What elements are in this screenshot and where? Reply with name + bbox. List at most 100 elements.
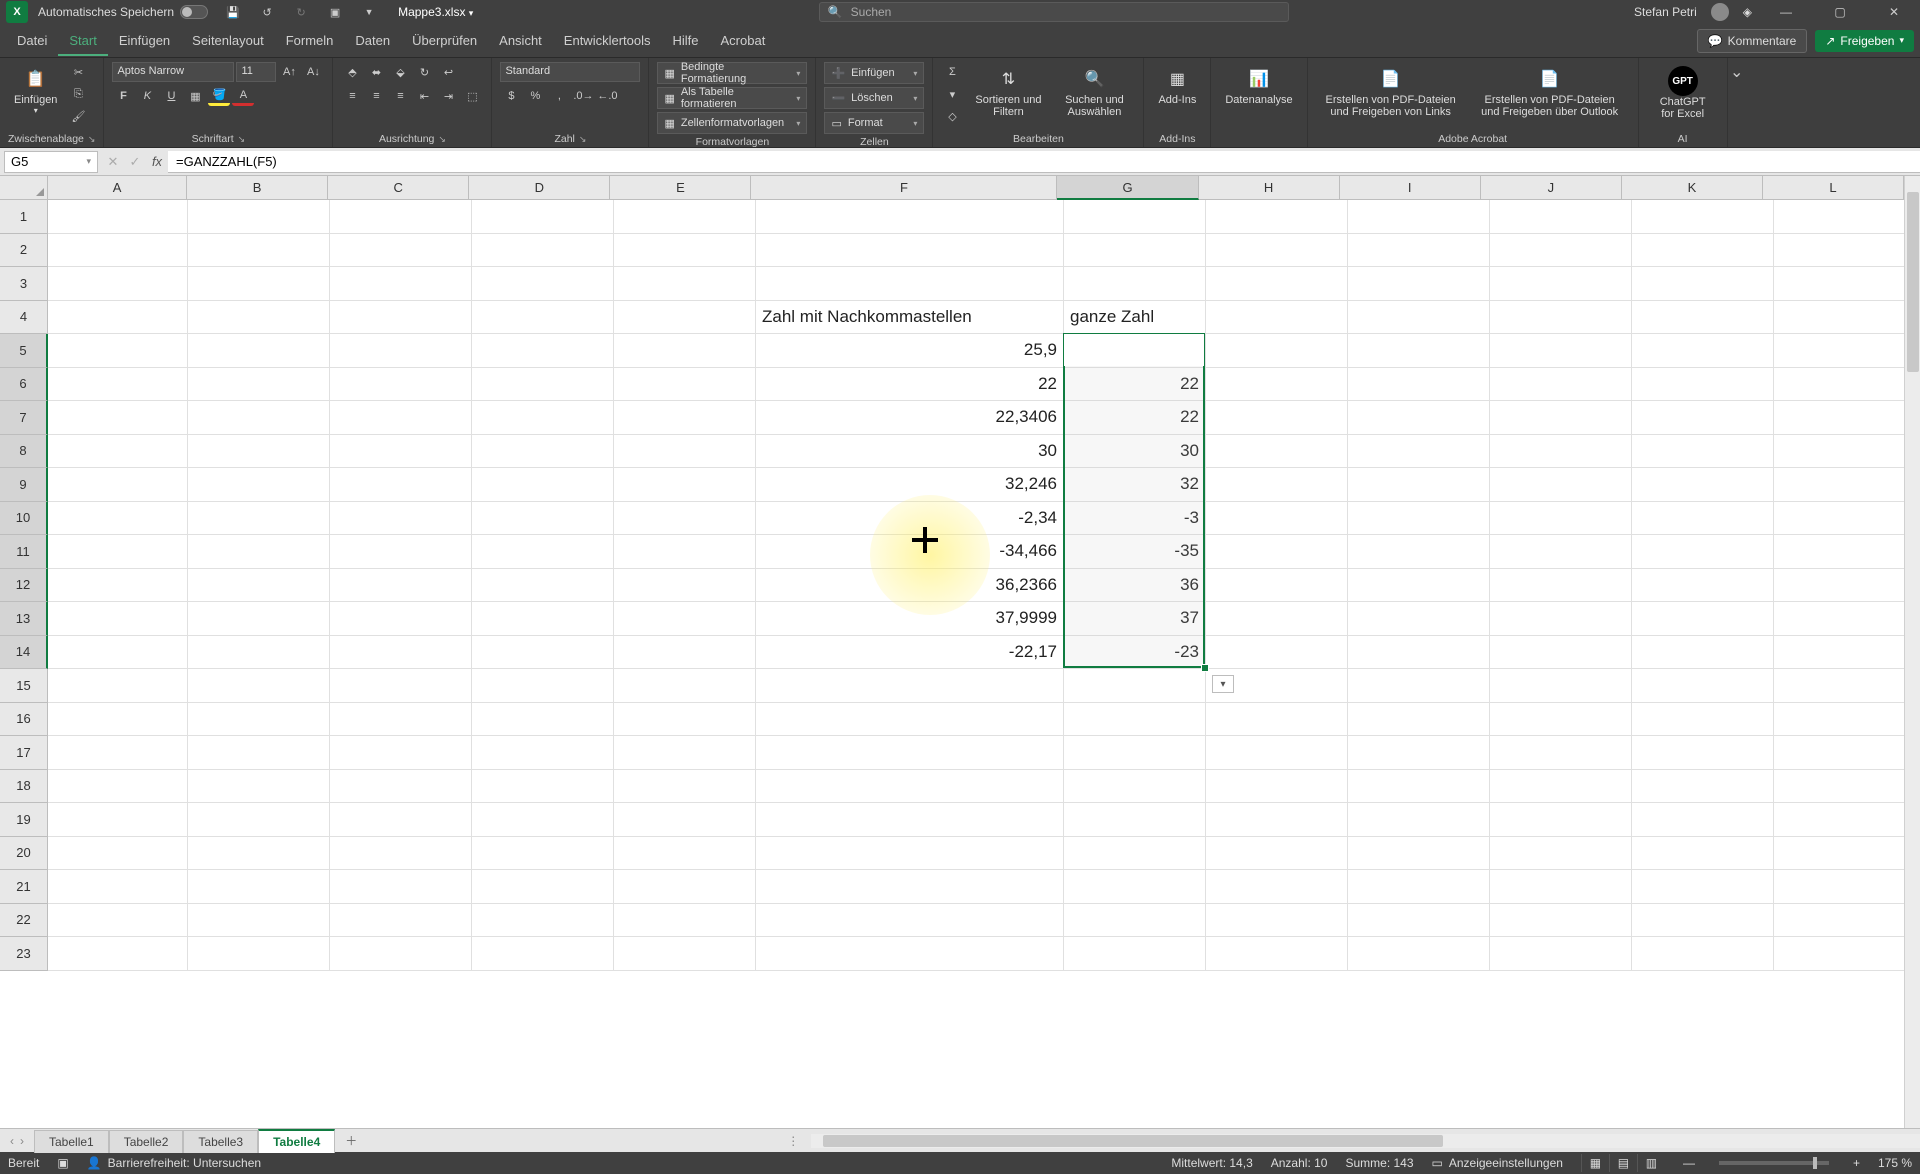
cell-E18[interactable]	[614, 770, 756, 804]
decrease-font-icon[interactable]: A↓	[302, 62, 324, 82]
cell-I14[interactable]	[1348, 636, 1490, 670]
cell-D15[interactable]	[472, 669, 614, 703]
align-left-icon[interactable]: ≡	[341, 86, 363, 106]
cell-H7[interactable]	[1206, 401, 1348, 435]
cell-J6[interactable]	[1490, 368, 1632, 402]
fill-color-icon[interactable]: 🪣	[208, 86, 230, 106]
page-layout-view-icon[interactable]: ▤	[1609, 1154, 1637, 1172]
cell-L20[interactable]	[1774, 837, 1916, 871]
cell-A20[interactable]	[48, 837, 188, 871]
cell-E21[interactable]	[614, 870, 756, 904]
cell-H1[interactable]	[1206, 200, 1348, 234]
cell-I22[interactable]	[1348, 904, 1490, 938]
cell-B17[interactable]	[188, 736, 330, 770]
cell-B7[interactable]	[188, 401, 330, 435]
cell-C2[interactable]	[330, 234, 472, 268]
cell-J16[interactable]	[1490, 703, 1632, 737]
cell-C16[interactable]	[330, 703, 472, 737]
column-header-H[interactable]: H	[1199, 176, 1340, 200]
cell-E2[interactable]	[614, 234, 756, 268]
fx-icon[interactable]: fx	[146, 154, 168, 169]
cell-D14[interactable]	[472, 636, 614, 670]
cell-K10[interactable]	[1632, 502, 1774, 536]
cell-E8[interactable]	[614, 435, 756, 469]
autosave-pill-icon[interactable]	[180, 5, 208, 19]
tab-hilfe[interactable]: Hilfe	[662, 25, 710, 56]
cell-C21[interactable]	[330, 870, 472, 904]
data-analysis-button[interactable]: 📊 Datenanalyse	[1219, 62, 1298, 110]
cell-B20[interactable]	[188, 837, 330, 871]
cell-I7[interactable]	[1348, 401, 1490, 435]
addins-button[interactable]: ▦ Add-Ins	[1152, 62, 1202, 110]
cell-C4[interactable]	[330, 301, 472, 335]
cell-L11[interactable]	[1774, 535, 1916, 569]
cell-C12[interactable]	[330, 569, 472, 603]
align-middle-icon[interactable]: ⬌	[365, 62, 387, 82]
cell-G3[interactable]	[1064, 267, 1206, 301]
cell-L23[interactable]	[1774, 937, 1916, 971]
cell-J3[interactable]	[1490, 267, 1632, 301]
cell-F18[interactable]	[756, 770, 1064, 804]
cell-E5[interactable]	[614, 334, 756, 368]
cell-J14[interactable]	[1490, 636, 1632, 670]
cell-A8[interactable]	[48, 435, 188, 469]
cell-I11[interactable]	[1348, 535, 1490, 569]
cell-H6[interactable]	[1206, 368, 1348, 402]
cell-D3[interactable]	[472, 267, 614, 301]
row-header-12[interactable]: 12	[0, 569, 48, 603]
cell-H2[interactable]	[1206, 234, 1348, 268]
sheet-nav-prev-icon[interactable]: ‹	[8, 1134, 16, 1148]
cell-C9[interactable]	[330, 468, 472, 502]
dialog-launcher-icon[interactable]: ↘	[579, 134, 587, 145]
tab-seitenlayout[interactable]: Seitenlayout	[181, 25, 275, 56]
font-family-combo[interactable]: Aptos Narrow	[112, 62, 234, 82]
cell-B13[interactable]	[188, 602, 330, 636]
cell-B6[interactable]	[188, 368, 330, 402]
cell-E19[interactable]	[614, 803, 756, 837]
horizontal-scrollbar[interactable]	[811, 1134, 1920, 1148]
cell-E16[interactable]	[614, 703, 756, 737]
cell-K6[interactable]	[1632, 368, 1774, 402]
cell-L5[interactable]	[1774, 334, 1916, 368]
format-as-table-button[interactable]: ▦Als Tabelle formatieren▾	[657, 87, 807, 109]
cell-K22[interactable]	[1632, 904, 1774, 938]
cell-B16[interactable]	[188, 703, 330, 737]
cell-E10[interactable]	[614, 502, 756, 536]
formula-input[interactable]: =GANZZAHL(F5)	[168, 151, 1920, 173]
diamond-icon[interactable]: ◈	[1743, 5, 1752, 19]
percent-icon[interactable]: %	[524, 86, 546, 106]
select-all-triangle[interactable]	[0, 176, 48, 200]
cell-B11[interactable]	[188, 535, 330, 569]
align-top-icon[interactable]: ⬘	[341, 62, 363, 82]
cell-H20[interactable]	[1206, 837, 1348, 871]
cell-C20[interactable]	[330, 837, 472, 871]
column-header-D[interactable]: D	[469, 176, 610, 200]
cell-E1[interactable]	[614, 200, 756, 234]
cell-L1[interactable]	[1774, 200, 1916, 234]
macro-record-icon[interactable]: ▣	[57, 1156, 68, 1170]
cell-G6[interactable]: 22	[1064, 368, 1206, 402]
cell-A14[interactable]	[48, 636, 188, 670]
cell-G17[interactable]	[1064, 736, 1206, 770]
cell-E4[interactable]	[614, 301, 756, 335]
tab-datei[interactable]: Datei	[6, 25, 58, 56]
cell-F7[interactable]: 22,3406	[756, 401, 1064, 435]
filename[interactable]: Mappe3.xlsx ▾	[398, 5, 473, 19]
cell-C15[interactable]	[330, 669, 472, 703]
cell-H17[interactable]	[1206, 736, 1348, 770]
align-center-icon[interactable]: ≡	[365, 86, 387, 106]
cell-K2[interactable]	[1632, 234, 1774, 268]
create-pdf-link-button[interactable]: 📄 Erstellen von PDF-Dateien und Freigebe…	[1316, 62, 1466, 122]
cell-F5[interactable]: 25,9	[756, 334, 1064, 368]
cell-G18[interactable]	[1064, 770, 1206, 804]
cell-L16[interactable]	[1774, 703, 1916, 737]
delete-cells-button[interactable]: ➖Löschen▾	[824, 87, 924, 109]
cell-H18[interactable]	[1206, 770, 1348, 804]
cell-J17[interactable]	[1490, 736, 1632, 770]
cell-L15[interactable]	[1774, 669, 1916, 703]
paste-button[interactable]: 📋 Einfügen ▾	[8, 62, 63, 119]
font-size-combo[interactable]: 11	[236, 62, 276, 82]
cell-E12[interactable]	[614, 569, 756, 603]
cell-E22[interactable]	[614, 904, 756, 938]
cell-G20[interactable]	[1064, 837, 1206, 871]
